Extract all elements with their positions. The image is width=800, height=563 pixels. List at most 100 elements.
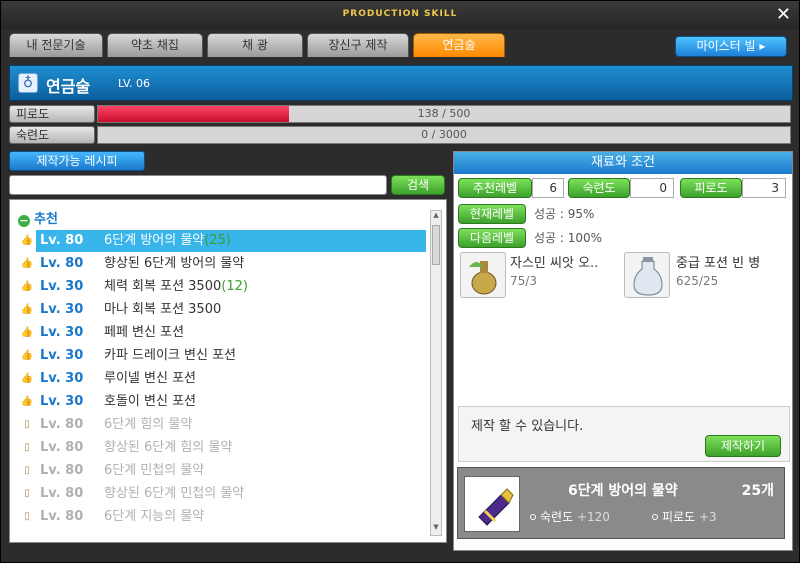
recipe-name: 6단계 지능의 물약 [104,509,205,524]
recipe-name-wrap: 향상된 6단계 민첩의 물약 [104,483,244,505]
recipe-row[interactable]: 👍 Lv. 30 체력 회복 포션 3500(12) [18,276,426,298]
recipe-level: Lv. 30 [40,371,84,386]
recipe-craftable-count: (25) [204,233,231,248]
titlebar: PRODUCTION SKILL ✕ [1,1,799,29]
recipe-name-wrap: 6단계 지능의 물약 [104,506,204,528]
scroll-down-icon[interactable]: ▼ [431,523,441,535]
recipe-name: 향상된 6단계 힘의 물약 [104,440,233,455]
skill-header: ♁ 연금술 LV. 06 [9,65,793,101]
recipe-row[interactable]: 👍 Lv. 30 호돌이 변신 포션 [18,391,426,413]
recipe-row[interactable]: ▯ Lv. 80 향상된 6단계 힘의 물약 [18,437,426,459]
recipe-row[interactable]: ▯ Lv. 80 6단계 힘의 물약 [18,414,426,436]
recipe-name: 카파 드레이크 변신 포션 [104,348,236,363]
scroll-icon: ▯ [24,488,30,499]
recipe-name-wrap: 체력 회복 포션 3500(12) [104,276,248,298]
mastery-value: 0 / 3000 [421,128,467,141]
bullet-icon [530,514,536,520]
recommended-level-value: 6 [532,178,564,198]
thumbs-up-icon: 👍 [20,373,34,384]
collapse-icon[interactable]: − [18,215,30,227]
empty-bottle-icon[interactable] [624,252,670,298]
thumbs-up-icon: 👍 [20,350,34,361]
search-button[interactable]: 검색 [391,175,445,195]
recipe-row[interactable]: ▯ Lv. 80 6단계 민첩의 물약 [18,460,426,482]
recipe-level: Lv. 30 [40,279,84,294]
result-mastery-label: 숙련도 [540,510,574,524]
craftable-recipes-tab[interactable]: 제작가능 레시피 [9,151,145,171]
meister-ville-button[interactable]: 마이스터 빌 ▸ [675,36,787,57]
recipe-name: 향상된 6단계 민첩의 물약 [104,486,245,501]
thumbs-up-icon: 👍 [20,258,34,269]
bullet-icon [652,514,658,520]
materials-header: 재료와 조건 [454,152,792,174]
recipe-level: Lv. 80 [40,509,84,524]
craft-button[interactable]: 제작하기 [705,435,781,457]
result-fatigue-value: +3 [698,510,717,524]
required-mastery-label: 숙련도 [568,178,630,198]
material-quantity: 75/3 [510,274,537,288]
recipe-row[interactable]: 👍 Lv. 30 루이넬 변신 포션 [18,368,426,390]
potion-icon: ♁ [18,73,38,93]
recipe-name-wrap: 루이넬 변신 포션 [104,368,196,390]
recommended-level-label: 추천레벨 [458,178,532,198]
recipe-row[interactable]: ▯ Lv. 80 6단계 지능의 물약 [18,506,426,528]
recipe-name: 호돌이 변신 포션 [104,394,196,409]
recipe-name-wrap: 카파 드레이크 변신 포션 [104,345,236,367]
close-icon[interactable]: ✕ [776,4,791,25]
required-mastery-value: 0 [630,178,674,198]
recipe-level: Lv. 30 [40,348,84,363]
scroll-up-icon[interactable]: ▲ [431,211,441,223]
recipe-search-input[interactable] [9,175,387,195]
recipe-row[interactable]: ▯ Lv. 80 향상된 6단계 민첩의 물약 [18,483,426,505]
recipe-row[interactable]: 👍 Lv. 30 마나 회복 포션 3500 [18,299,426,321]
recipe-name-wrap: 마나 회복 포션 3500 [104,299,221,321]
recipe-name: 6단계 방어의 물약 [104,233,205,248]
skill-name: 연금술 [46,77,91,96]
recipe-level: Lv. 30 [40,325,84,340]
tab-accessory-crafting[interactable]: 장신구 제작 [307,33,409,57]
scroll-icon: ▯ [24,465,30,476]
tab-my-skills[interactable]: 내 전문기술 [9,33,103,57]
recipe-row[interactable]: 👍 Lv. 30 카파 드레이크 변신 포션 [18,345,426,367]
recipe-level: Lv. 80 [40,463,84,478]
recipe-name-wrap: 6단계 힘의 물약 [104,414,192,436]
category-recommended[interactable]: − 추천 [18,208,58,227]
recipe-row[interactable]: 👍 Lv. 80 향상된 6단계 방어의 물약 [18,253,426,275]
fatigue-bar: 138 / 500 [97,105,791,123]
recipe-name: 페페 변신 포션 [104,325,185,340]
recipe-name-wrap: 향상된 6단계 힘의 물약 [104,437,232,459]
recipe-name: 6단계 민첩의 물약 [104,463,205,478]
recipe-scrollbar[interactable]: ▲ ▼ [430,210,442,536]
tab-herb-gathering[interactable]: 약초 채집 [107,33,203,57]
craft-status-box: 제작 할 수 있습니다. 제작하기 [458,406,790,462]
material-name: 자스민 씨앗 오.. [510,256,599,271]
skill-level: LV. 06 [118,77,151,90]
recipe-list: − 추천 👍 Lv. 80 6단계 방어의 물약(25) 👍 Lv. 80 향상된 6단계 … [9,199,447,543]
recipe-name-wrap: 페페 변신 포션 [104,322,184,344]
recipe-name: 향상된 6단계 방어의 물약 [104,256,245,271]
recipe-name-wrap: 호돌이 변신 포션 [104,391,196,413]
recipe-craftable-count: (12) [221,279,248,294]
window-title: PRODUCTION SKILL [342,9,458,19]
scroll-thumb[interactable] [432,225,440,265]
defense-potion-icon [464,476,520,532]
recipe-level: Lv. 30 [40,302,84,317]
recipe-name-wrap: 6단계 방어의 물약(25) [104,230,231,252]
recipe-name: 루이넬 변신 포션 [104,371,196,386]
recipe-name-wrap: 향상된 6단계 방어의 물약 [104,253,244,275]
recipe-row[interactable]: 👍 Lv. 30 페페 변신 포션 [18,322,426,344]
scroll-icon: ▯ [24,511,30,522]
next-level-success: 성공 : 100% [534,231,603,245]
material-quantity: 625/25 [676,274,719,288]
fatigue-value: 138 / 500 [417,107,471,120]
tab-alchemy[interactable]: 연금술 [413,33,505,57]
required-fatigue-label: 피로도 [680,178,742,198]
mastery-bar: 0 / 3000 [97,126,791,144]
seed-oil-icon[interactable] [460,252,506,298]
scroll-icon: ▯ [24,442,30,453]
tab-mining[interactable]: 채 광 [207,33,303,57]
scroll-icon: ▯ [24,419,30,430]
next-level-label: 다음레벨 [458,228,526,248]
result-fatigue-label: 피로도 [662,510,696,524]
recipe-row[interactable]: 👍 Lv. 80 6단계 방어의 물약(25) [18,230,426,252]
